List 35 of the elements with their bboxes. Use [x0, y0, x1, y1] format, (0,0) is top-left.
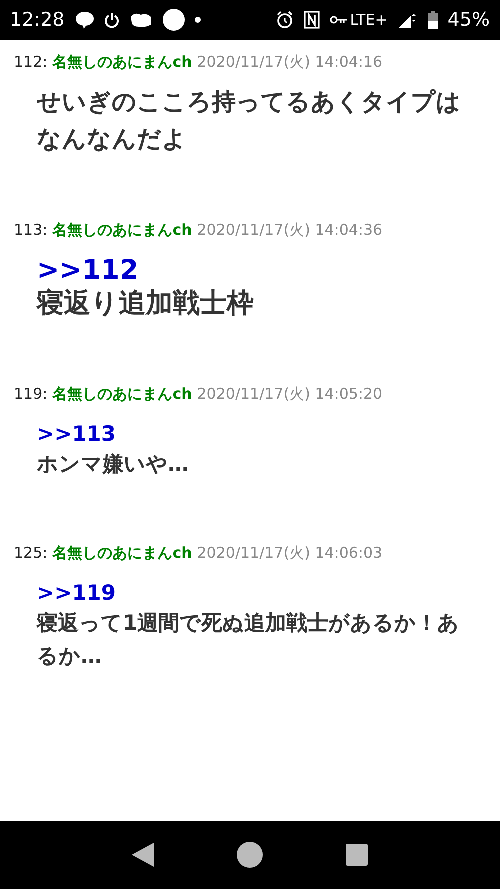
battery-percentage: 45%	[448, 8, 490, 33]
post-date: 2020/11/17(火) 14:04:16	[197, 52, 383, 72]
back-icon[interactable]	[132, 843, 154, 867]
poster-name: 名無しのあにまんch	[52, 220, 192, 240]
post-number: 113:	[14, 220, 48, 240]
key-icon	[330, 15, 348, 25]
poster-name: 名無しのあにまんch	[52, 543, 192, 563]
post-date: 2020/11/17(火) 14:06:03	[197, 543, 383, 563]
post-body: せいぎのこころ持ってるあくタイプはなんなんだよ	[37, 87, 462, 155]
power-icon	[104, 12, 119, 28]
circle-icon	[162, 9, 185, 31]
network-type: LTE+	[350, 10, 388, 31]
home-icon[interactable]	[236, 842, 263, 868]
alarm-icon	[276, 11, 294, 29]
post-number: 112:	[14, 52, 48, 72]
clock: 12:28	[10, 8, 65, 33]
post-body: ホンマ嫌いや…	[37, 451, 190, 478]
post-number: 119:	[14, 384, 48, 404]
dot-icon	[194, 17, 201, 23]
nfc-icon	[304, 11, 320, 29]
reply-link[interactable]: >>112	[37, 256, 139, 286]
signal-icon	[398, 11, 418, 29]
post-body: 寝返って1週間で死ぬ追加戦士があるか！あるか…	[37, 610, 461, 670]
reply-link[interactable]: >>119	[37, 579, 116, 607]
chat-bubble-icon	[74, 11, 95, 29]
reply-link[interactable]: >>113	[37, 420, 116, 448]
battery-icon	[428, 11, 438, 29]
poster-name: 名無しのあにまんch	[52, 52, 192, 72]
post-number: 125:	[14, 543, 48, 563]
poster-name: 名無しのあにまんch	[52, 384, 192, 404]
cloud-icon	[128, 11, 153, 29]
post-date: 2020/11/17(火) 14:05:20	[197, 384, 383, 404]
post-date: 2020/11/17(火) 14:04:36	[197, 220, 383, 240]
post-body: 寝返り追加戦士枠	[37, 287, 255, 321]
recents-icon[interactable]	[346, 844, 368, 866]
